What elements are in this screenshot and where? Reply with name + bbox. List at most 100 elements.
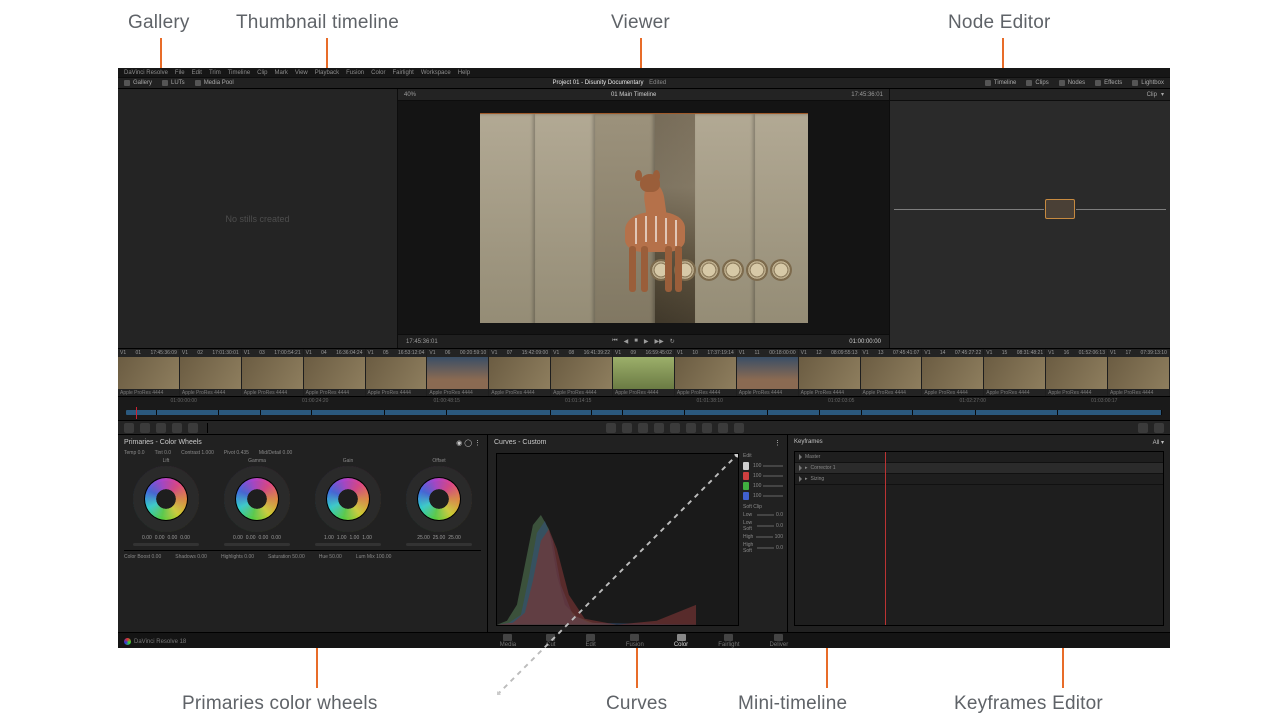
tool-icon[interactable] [718,423,728,433]
menu-fusion[interactable]: Fusion [346,70,364,76]
keyframes-mode[interactable]: All [1153,440,1160,446]
keyframes-track-area[interactable]: Master ▸Corrector 1 ▸Sizing [794,451,1164,626]
tool-icon[interactable] [702,423,712,433]
tool-icon[interactable] [638,423,648,433]
tool-icon[interactable] [172,423,182,433]
tool-icon[interactable] [1154,423,1164,433]
tool-icon[interactable] [734,423,744,433]
thumbnail-clip[interactable]: V10217:01:30:01Apple ProRes 4444 [180,349,241,396]
page-deliver[interactable]: Deliver [770,634,789,648]
menu-edit[interactable]: Edit [192,70,202,76]
keyframes-playhead[interactable] [885,452,886,625]
thumbnail-clip[interactable]: V10916:59:45:02Apple ProRes 4444 [613,349,674,396]
tool-icon[interactable] [686,423,696,433]
color-wheel[interactable] [133,466,199,532]
tool-icon[interactable] [606,423,616,433]
viewer-zoom[interactable]: 40% [404,92,416,98]
tool-icon[interactable] [140,423,150,433]
viewer-clip-name[interactable]: 01 Main Timeline [611,92,656,98]
adjust-field[interactable]: Contrast 1.000 [181,450,214,456]
channel-row[interactable]: 100 [743,472,783,480]
thumbnail-clip[interactable]: V10715:42:09:00Apple ProRes 4444 [489,349,550,396]
menu-trim[interactable]: Trim [209,70,221,76]
thumbnail-clip[interactable]: V11601:52:06:13Apple ProRes 4444 [1046,349,1107,396]
node-scope-dropdown[interactable]: Clip [1147,92,1157,98]
adjust-field[interactable]: Tint 0.0 [155,450,172,456]
softclip-row[interactable]: High100 [743,534,783,540]
thumbnail-clip[interactable]: V11707:39:13:10Apple ProRes 4444 [1108,349,1169,396]
thumbnail-clip[interactable]: V10516:53:12:04Apple ProRes 4444 [366,349,427,396]
menu-playback[interactable]: Playback [315,70,339,76]
adjust-field[interactable]: Pivot 0.435 [224,450,249,456]
softclip-row[interactable]: Low Soft0.0 [743,520,783,532]
tool-icon[interactable] [654,423,664,433]
step-fwd-icon[interactable]: ▶▶ [655,338,664,345]
loop-icon[interactable]: ↻ [670,338,675,345]
tool-icon[interactable] [124,423,134,433]
toggle-lightbox[interactable]: Lightbox [1132,80,1164,86]
stop-icon[interactable]: ■ [634,338,638,345]
thumbnail-clip[interactable]: V11508:31:48:21Apple ProRes 4444 [984,349,1045,396]
mini-playhead[interactable] [136,407,137,419]
color-wheel[interactable] [406,466,472,532]
jump-first-icon[interactable]: ⏮ [612,338,617,345]
color-wheel[interactable] [315,466,381,532]
channel-row[interactable]: 100 [743,482,783,490]
curves-mode-icons[interactable]: ⋮ [774,439,781,447]
toggle-effects[interactable]: Effects [1095,80,1122,86]
menu-color[interactable]: Color [371,70,385,76]
wheel-slider[interactable] [224,543,290,546]
thumbnail-clip[interactable]: V11208:09:55:13Apple ProRes 4444 [799,349,860,396]
tool-icon[interactable] [670,423,680,433]
menu-view[interactable]: View [295,70,308,76]
wheel-slider[interactable] [133,543,199,546]
thumbnail-clip[interactable]: V10117:45:36:09Apple ProRes 4444 [118,349,179,396]
tool-icon[interactable] [1138,423,1148,433]
toggle-media-pool[interactable]: Media Pool [195,80,234,86]
softclip-row[interactable]: High Soft0.0 [743,542,783,554]
tool-icon[interactable] [188,423,198,433]
color-wheel[interactable] [224,466,290,532]
toggle-nodes[interactable]: Nodes [1059,80,1085,86]
thumbnail-clip[interactable]: V11100:18:00:00Apple ProRes 4444 [737,349,798,396]
adjust-field[interactable]: Temp 0.0 [124,450,145,456]
play-icon[interactable]: ▶ [644,338,649,345]
adjust-field[interactable]: Lum Mix 100.00 [356,554,392,560]
menu-file[interactable]: File [175,70,185,76]
softclip-row[interactable]: Low0.0 [743,512,783,518]
thumbnail-clip[interactable]: V10816:41:39:22Apple ProRes 4444 [551,349,612,396]
menu-workspace[interactable]: Workspace [421,70,451,76]
toggle-clips[interactable]: Clips [1026,80,1048,86]
menu-app[interactable]: DaVinci Resolve [124,70,168,76]
tool-icon[interactable] [156,423,166,433]
wheel-slider[interactable] [406,543,472,546]
thumbnail-clip[interactable]: V10600:20:59:10Apple ProRes 4444 [427,349,488,396]
adjust-field[interactable]: Hue 50.00 [319,554,342,560]
step-back-icon[interactable]: ◀ [624,338,629,345]
channel-row[interactable]: 100 [743,492,783,500]
menu-help[interactable]: Help [458,70,470,76]
thumbnail-timeline[interactable]: V10117:45:36:09Apple ProRes 4444V10217:0… [118,349,1170,397]
adjust-field[interactable]: Shadows 0.00 [175,554,207,560]
toggle-luts[interactable]: LUTs [162,80,185,86]
primaries-mode-icons[interactable]: ◉ ◯ ⋮ [456,439,481,447]
thumbnail-clip[interactable]: V11017:37:19:14Apple ProRes 4444 [675,349,736,396]
menu-fairlight[interactable]: Fairlight [392,70,413,76]
menu-clip[interactable]: Clip [257,70,267,76]
menu-timeline[interactable]: Timeline [228,70,250,76]
adjust-field[interactable]: Highlights 0.00 [221,554,254,560]
adjust-field[interactable]: Saturation 50.00 [268,554,305,560]
node-box[interactable] [1045,199,1075,219]
node-editor-panel[interactable]: Clip▾ [890,89,1170,348]
toggle-timeline[interactable]: Timeline [985,80,1016,86]
thumbnail-clip[interactable]: V11407:45:27:22Apple ProRes 4444 [922,349,983,396]
adjust-field[interactable]: Mid/Detail 0.00 [259,450,292,456]
thumbnail-clip[interactable]: V10416:36:04:24Apple ProRes 4444 [304,349,365,396]
channel-row[interactable]: 100 [743,462,783,470]
menu-mark[interactable]: Mark [275,70,288,76]
thumbnail-clip[interactable]: V11307:45:41:07Apple ProRes 4444 [861,349,922,396]
viewer-viewport[interactable] [398,101,889,334]
toggle-gallery[interactable]: Gallery [124,80,152,86]
curves-graph[interactable] [496,453,739,626]
mini-timeline[interactable]: 01:00:00:0001:00:24:2001:00:48:1501:01:1… [118,397,1170,421]
